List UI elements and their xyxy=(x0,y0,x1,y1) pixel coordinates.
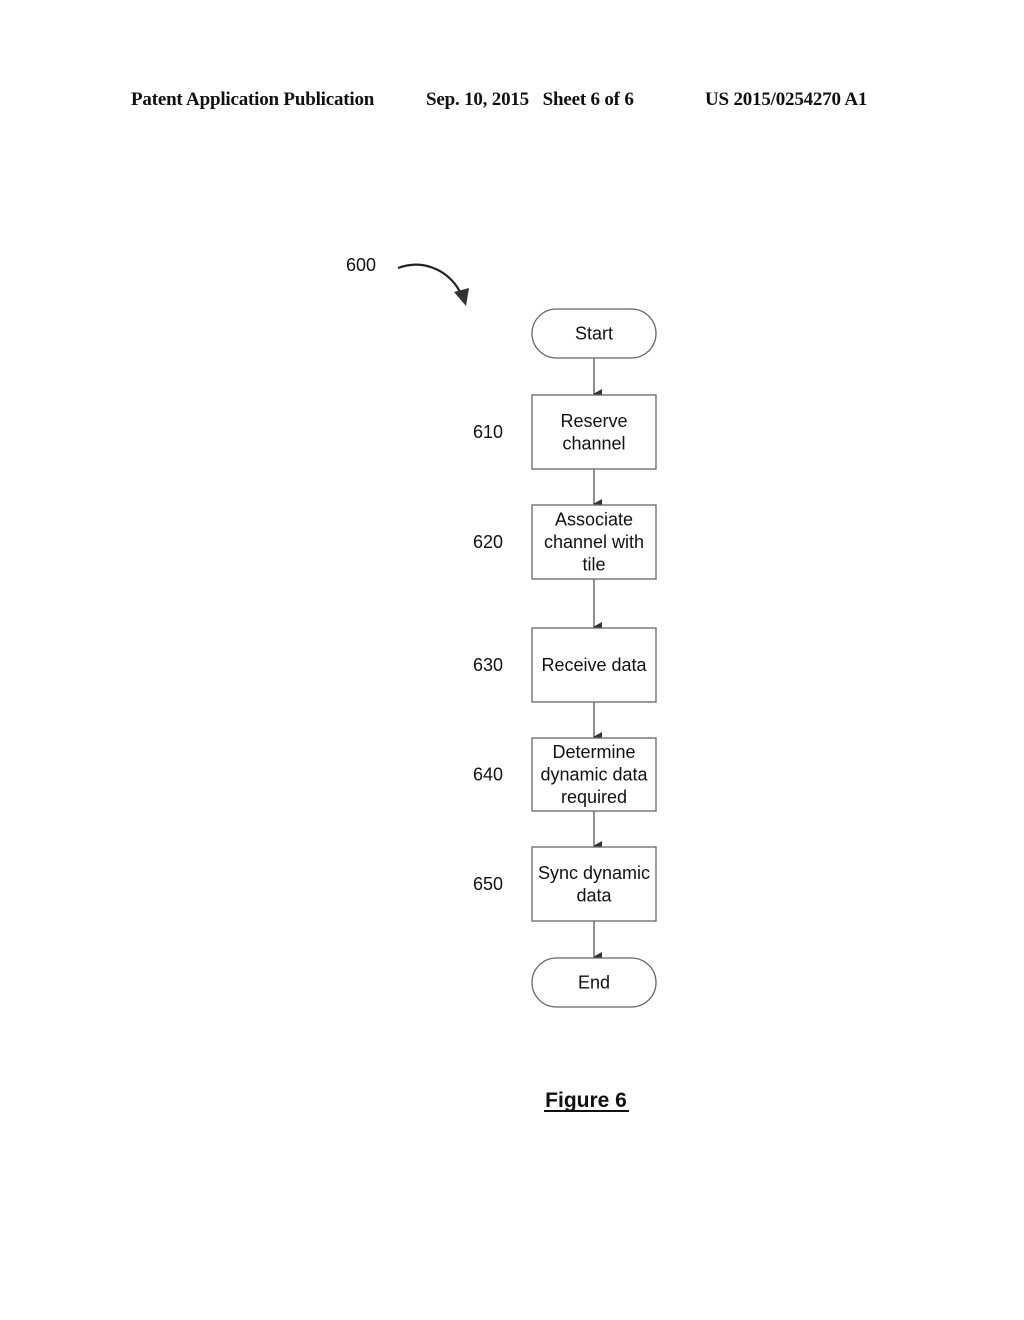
process-box xyxy=(531,394,657,470)
flow-node-end: End xyxy=(531,957,657,1008)
step-ref-number: 650 xyxy=(473,874,503,894)
ref-pointer-arrow xyxy=(397,263,464,297)
node-label-line: dynamic data xyxy=(540,765,648,785)
flow-node-n650: Sync dynamicdata 650 xyxy=(473,846,657,922)
node-label-line: Start xyxy=(575,324,613,344)
node-label-line: Associate xyxy=(555,510,633,530)
node-label-line: Determine xyxy=(552,742,635,762)
node-label-line: tile xyxy=(582,555,605,575)
node-label-line: Reserve xyxy=(560,411,627,431)
node-label-line: channel xyxy=(562,433,625,453)
figure-ref-number: 600 xyxy=(346,255,376,275)
node-label-line: Sync dynamic xyxy=(538,863,650,883)
step-ref-number: 620 xyxy=(473,532,503,552)
node-label-line: data xyxy=(576,885,612,905)
flow-node-n640: Determine dynamic datarequired 640 xyxy=(473,737,657,812)
ref-pointer-arrowhead-icon xyxy=(454,288,469,306)
step-ref-number: 630 xyxy=(473,655,503,675)
process-box xyxy=(531,846,657,922)
flow-node-n610: Reservechannel 610 xyxy=(473,394,657,470)
step-ref-number: 640 xyxy=(473,765,503,785)
node-label-line: End xyxy=(578,973,610,993)
node-label-line: Receive data xyxy=(541,655,647,675)
node-label-line: required xyxy=(561,787,627,807)
flow-node-n620: Associatechannel with tile 620 xyxy=(473,504,657,580)
flowchart: 600 Start Reservechannel 610 Associatechann… xyxy=(346,255,657,1112)
step-ref-number: 610 xyxy=(473,422,503,442)
node-label-line: channel with xyxy=(544,532,644,552)
figure-title: Figure 6 xyxy=(545,1089,627,1112)
flow-node-n630: Receive data 630 xyxy=(473,627,657,703)
flow-node-start: Start xyxy=(531,308,657,359)
